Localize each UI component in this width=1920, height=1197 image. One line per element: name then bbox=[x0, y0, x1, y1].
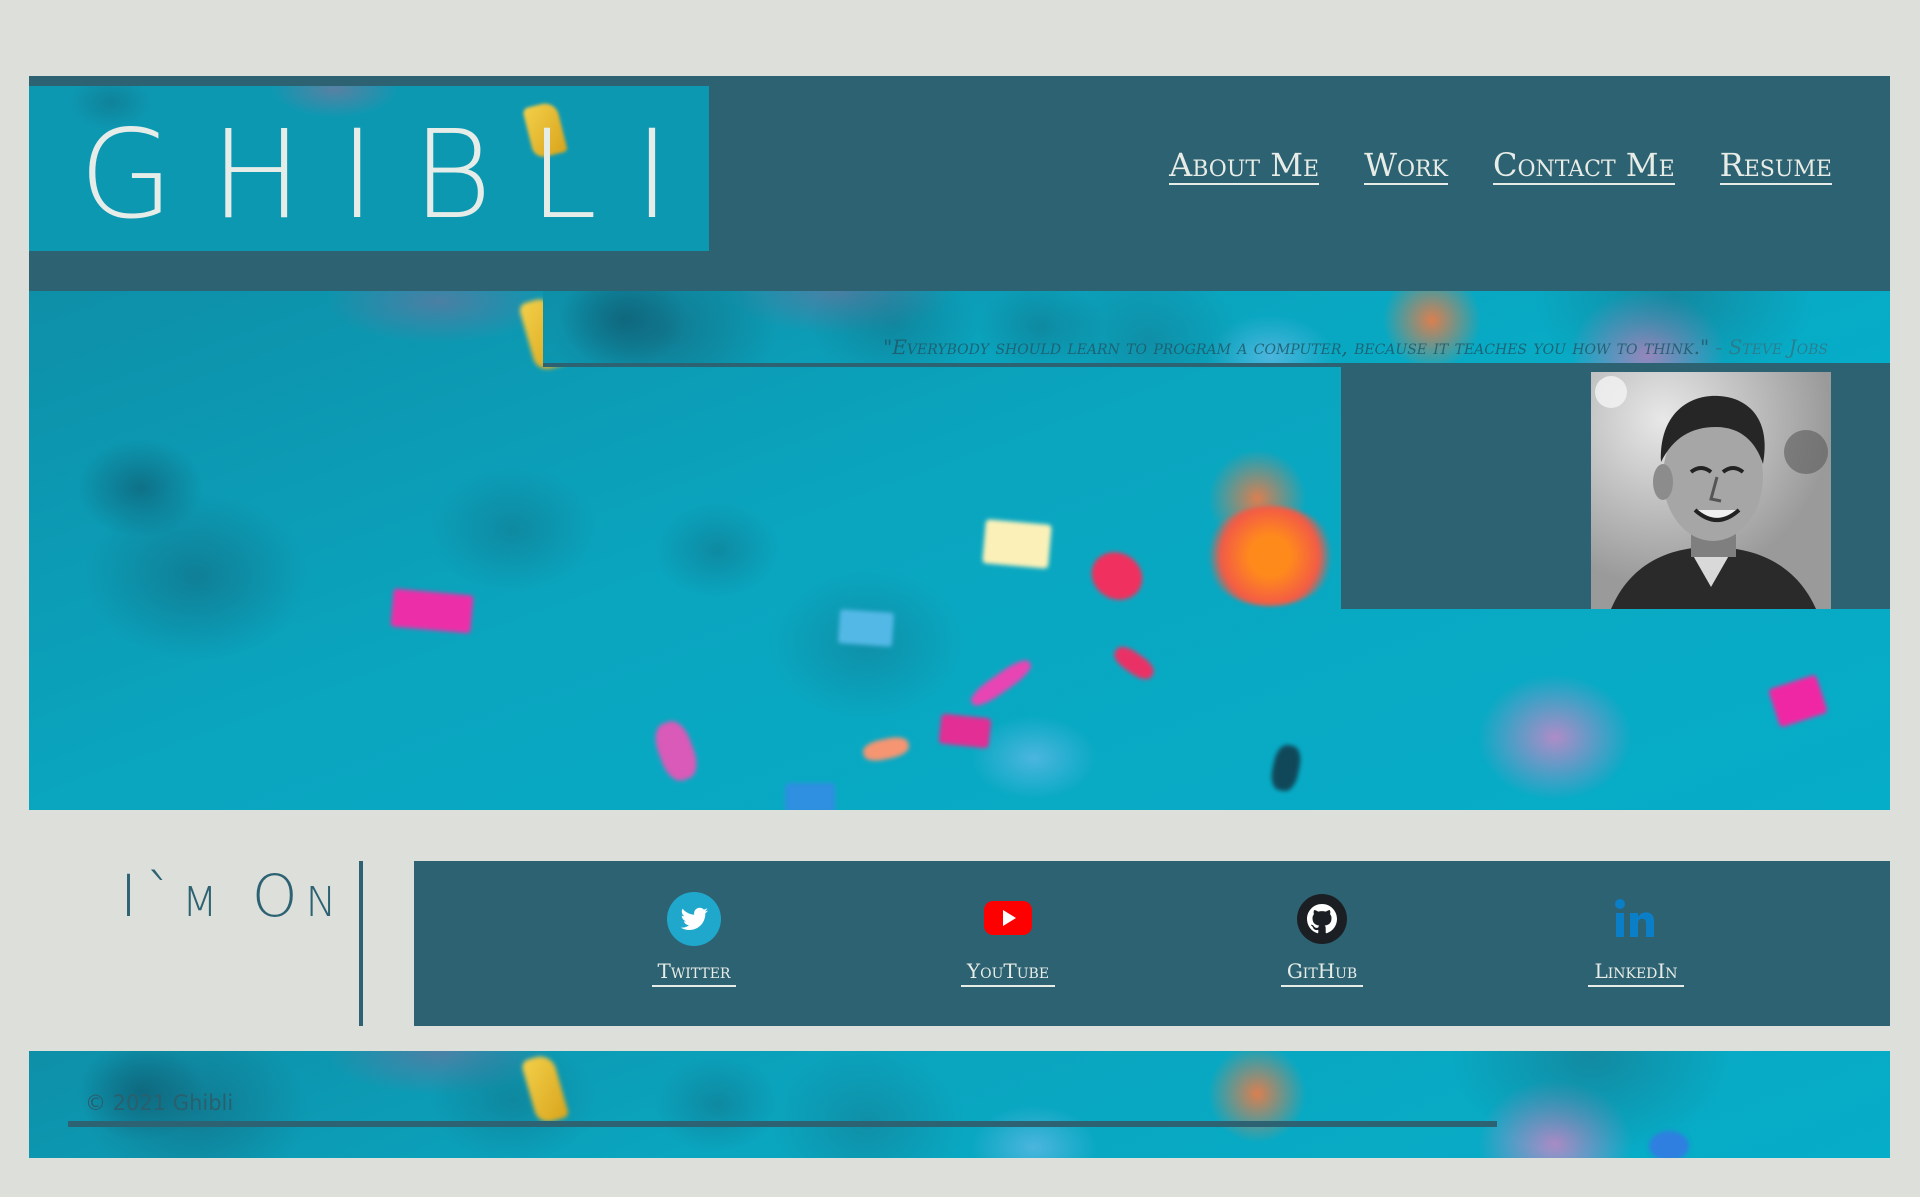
confetti-decoration bbox=[938, 713, 992, 749]
confetti-decoration bbox=[1268, 742, 1304, 794]
site-logo[interactable]: GHIBLI bbox=[79, 114, 707, 236]
nav-about-me[interactable]: About Me bbox=[1169, 147, 1320, 186]
social-youtube-link[interactable]: YouTube bbox=[928, 891, 1088, 987]
confetti-decoration bbox=[982, 519, 1052, 569]
social-panel: Twitter YouTube GitHub LinkedIn bbox=[414, 861, 1890, 1026]
confetti-decoration bbox=[1205, 506, 1335, 606]
profile-photo bbox=[1591, 372, 1831, 609]
portrait-panel bbox=[1341, 367, 1890, 609]
confetti-decoration bbox=[1082, 543, 1152, 609]
github-icon[interactable] bbox=[1294, 891, 1350, 947]
twitter-icon[interactable] bbox=[666, 891, 722, 947]
confetti-decoration bbox=[1110, 642, 1158, 684]
confetti-decoration bbox=[861, 734, 911, 764]
youtube-label[interactable]: YouTube bbox=[960, 959, 1056, 987]
github-label[interactable]: GitHub bbox=[1280, 959, 1364, 987]
confetti-decoration bbox=[967, 655, 1035, 711]
confetti-decoration bbox=[390, 588, 474, 634]
hero-quote: "Everybody should learn to program a com… bbox=[883, 335, 1828, 359]
confetti-decoration bbox=[1768, 674, 1828, 728]
social-linkedin-link[interactable]: LinkedIn bbox=[1556, 891, 1716, 987]
confetti-decoration bbox=[1649, 1131, 1689, 1158]
site-header: GHIBLI About Me Work Contact Me Resume bbox=[29, 76, 1890, 291]
nav-work[interactable]: Work bbox=[1364, 147, 1448, 186]
hero-banner: "Everybody should learn to program a com… bbox=[29, 291, 1890, 810]
social-divider bbox=[359, 861, 363, 1026]
nav-resume[interactable]: Resume bbox=[1719, 147, 1832, 186]
youtube-icon[interactable] bbox=[980, 891, 1036, 947]
quote-author: - Steve Jobs bbox=[1709, 335, 1828, 359]
copyright-text: © 2021 Ghibli bbox=[85, 1091, 234, 1115]
confetti-decoration bbox=[649, 716, 703, 786]
nav-contact-me[interactable]: Contact Me bbox=[1493, 147, 1675, 186]
footer-underline bbox=[68, 1121, 1497, 1127]
profile-photo-graphic bbox=[1591, 372, 1831, 609]
confetti-decoration bbox=[837, 609, 895, 647]
logo-banner[interactable]: GHIBLI bbox=[29, 86, 709, 251]
site-footer: © 2021 Ghibli bbox=[29, 1051, 1890, 1158]
confetti-decoration bbox=[785, 783, 835, 810]
twitter-label[interactable]: Twitter bbox=[651, 959, 737, 987]
main-nav: About Me Work Contact Me Resume bbox=[1169, 147, 1832, 186]
social-github-link[interactable]: GitHub bbox=[1242, 891, 1402, 987]
social-heading: I`m On bbox=[120, 862, 345, 930]
social-twitter-link[interactable]: Twitter bbox=[614, 891, 774, 987]
confetti-decoration bbox=[520, 1052, 570, 1126]
linkedin-icon[interactable] bbox=[1608, 891, 1664, 947]
quote-text: "Everybody should learn to program a com… bbox=[883, 335, 1710, 359]
linkedin-label[interactable]: LinkedIn bbox=[1588, 959, 1684, 987]
